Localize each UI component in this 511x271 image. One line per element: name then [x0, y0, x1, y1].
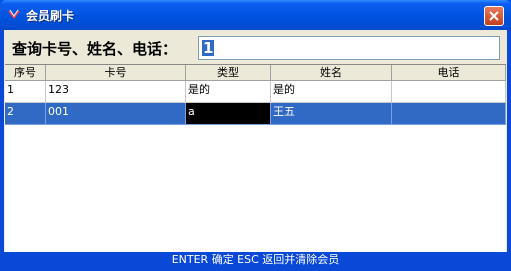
- cell-name: 王五: [271, 103, 392, 125]
- column-header-phone[interactable]: 电话: [392, 65, 506, 81]
- close-icon: [489, 11, 499, 21]
- cell-card: 123: [46, 81, 186, 103]
- member-card-window: 会员刷卡 查询卡号、姓名、电话： 1 序号 卡号 类型 姓名 电话 1 123 …: [0, 0, 511, 271]
- column-header-card[interactable]: 卡号: [46, 65, 186, 81]
- table-row-selected[interactable]: 2 001 a 王五: [5, 103, 506, 125]
- search-input[interactable]: 1: [198, 36, 500, 60]
- title-bar[interactable]: 会员刷卡: [0, 0, 511, 30]
- cell-no: 1: [5, 81, 46, 103]
- cell-name: 是的: [271, 81, 392, 103]
- window-title: 会员刷卡: [26, 9, 75, 23]
- column-header-no[interactable]: 序号: [5, 65, 46, 81]
- cell-card: 001: [46, 103, 186, 125]
- card-logo-icon: [8, 9, 20, 19]
- table-header: 序号 卡号 类型 姓名 电话: [5, 65, 506, 81]
- search-label: 查询卡号、姓名、电话：: [12, 40, 178, 58]
- table-row[interactable]: 1 123 是的 是的: [5, 81, 506, 103]
- member-table[interactable]: 序号 卡号 类型 姓名 电话 1 123 是的 是的 2 001 a 王五: [5, 64, 506, 252]
- cell-type-editing[interactable]: a: [186, 103, 271, 125]
- search-input-value: 1: [202, 39, 215, 57]
- column-header-name[interactable]: 姓名: [271, 65, 392, 81]
- cell-no: 2: [5, 103, 46, 125]
- client-area: 查询卡号、姓名、电话： 1 序号 卡号 类型 姓名 电话 1 123 是的 是的…: [4, 30, 507, 267]
- cell-phone: [392, 103, 506, 125]
- cell-type: 是的: [186, 81, 271, 103]
- close-button[interactable]: [484, 6, 504, 26]
- column-header-type[interactable]: 类型: [186, 65, 271, 81]
- cell-phone: [392, 81, 506, 103]
- status-bar: ENTER 确定 ESC 返回并清除会员: [0, 252, 511, 271]
